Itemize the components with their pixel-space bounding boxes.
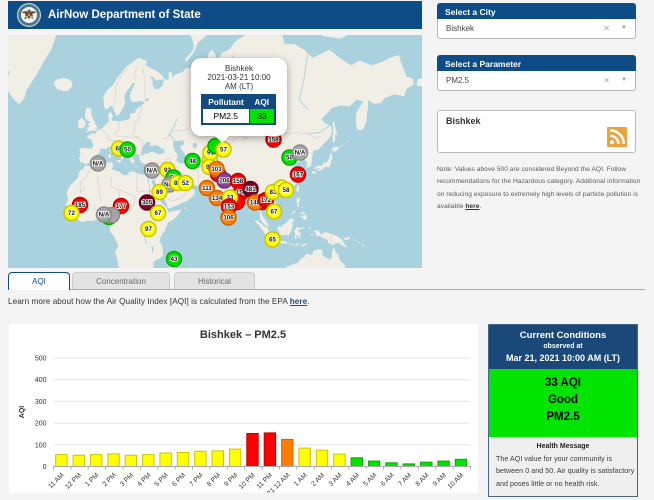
svg-text:158: 158 [233,178,244,185]
svg-text:158: 158 [268,137,279,144]
svg-text:11 AM: 11 AM [47,472,65,490]
svg-text:72: 72 [68,210,75,217]
svg-text:67: 67 [271,209,278,216]
svg-text:58: 58 [283,187,290,194]
svg-text:103: 103 [211,166,222,173]
svg-text:300: 300 [34,399,46,406]
svg-text:6 PM: 6 PM [171,472,187,488]
svg-text:481: 481 [245,186,256,193]
svg-text:7 AM: 7 AM [397,472,413,488]
svg-text:2 PM: 2 PM [101,472,117,488]
svg-text:106: 106 [223,215,234,222]
svg-text:3 PM: 3 PM [118,472,134,488]
svg-text:48: 48 [189,158,196,165]
svg-text:8 AM: 8 AM [414,472,430,488]
svg-text:1 AM: 1 AM [292,472,308,488]
svg-text:10 PM: 10 PM [237,472,256,491]
svg-text:7 PM: 7 PM [188,472,204,488]
svg-text:65: 65 [269,237,276,244]
svg-text:2 AM: 2 AM [310,472,326,488]
svg-text:134: 134 [212,195,223,202]
svg-text:3 AM: 3 AM [327,472,343,488]
svg-text:305: 305 [142,200,153,207]
svg-text:43: 43 [171,256,178,263]
svg-text:8 PM: 8 PM [205,472,221,488]
svg-text:97: 97 [145,226,152,233]
svg-text:4 PM: 4 PM [136,472,152,488]
svg-text:6 AM: 6 AM [379,472,395,488]
svg-text:12 PM: 12 PM [64,472,83,491]
svg-text:206: 206 [219,178,230,185]
svg-text:N/A: N/A [93,161,104,168]
svg-text:4 AM: 4 AM [345,472,361,488]
svg-text:50: 50 [286,155,293,162]
svg-text:400: 400 [34,377,46,384]
svg-text:100: 100 [34,442,46,449]
svg-text:52: 52 [182,180,189,187]
svg-text:50: 50 [124,147,131,154]
svg-text:N/A: N/A [147,168,158,175]
svg-text:N/A: N/A [295,150,306,157]
svg-text:Bishkek – PM2.5: Bishkek – PM2.5 [199,329,285,341]
svg-text:0: 0 [42,464,46,471]
svg-text:500: 500 [34,356,46,363]
svg-text:5 AM: 5 AM [362,472,378,488]
svg-text:57: 57 [220,147,227,154]
svg-text:AQI: AQI [19,406,26,419]
svg-text:5 PM: 5 PM [153,472,169,488]
svg-text:200: 200 [34,421,46,428]
svg-text:111: 111 [202,185,212,192]
svg-text:10 AM: 10 AM [446,472,465,491]
svg-text:67: 67 [155,210,162,217]
svg-text:89: 89 [156,189,163,196]
svg-text:N/A: N/A [99,212,110,219]
svg-text:167: 167 [293,172,304,179]
svg-text:1 PM: 1 PM [84,472,100,488]
